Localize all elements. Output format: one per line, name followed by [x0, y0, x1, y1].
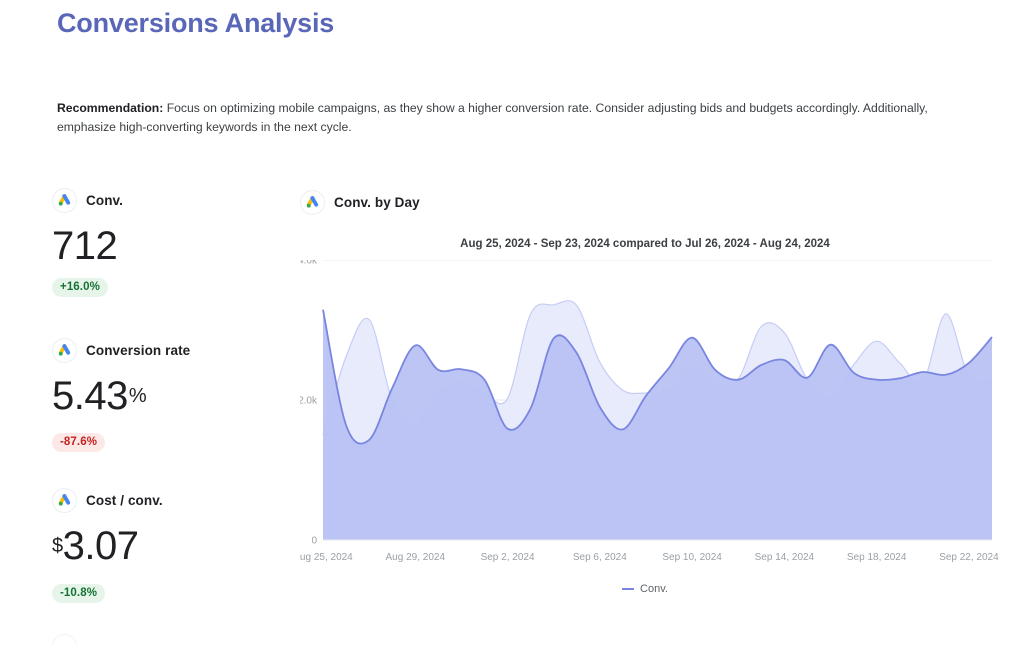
metric-label: Cost / conv. — [86, 492, 163, 508]
google-ads-icon — [52, 187, 77, 213]
metric-delta-badge: -87.6% — [52, 433, 106, 452]
metric-prefix: $ — [52, 535, 63, 557]
metric-suffix: % — [128, 385, 147, 407]
metric-value: $3.07 — [52, 523, 282, 575]
x-axis-tick-label: Sep 6, 2024 — [573, 552, 627, 563]
google-ads-icon — [52, 487, 77, 513]
metric-label: Conv. — [86, 192, 123, 208]
conversions-analysis-page: Conversions Analysis Recommendation: Foc… — [0, 0, 1024, 645]
legend-line-swatch — [622, 588, 635, 590]
recommendation-body: Focus on optimizing mobile campaigns, as… — [57, 101, 928, 134]
metric-delta-badge: +16.0% — [52, 278, 108, 297]
metric-delta-badge: -10.8% — [52, 584, 106, 603]
y-axis-tick-label: 0 — [311, 536, 317, 547]
x-axis-tick-label: Sep 18, 2024 — [847, 552, 907, 563]
metric-number: 712 — [52, 224, 118, 268]
page-title: Conversions Analysis — [57, 8, 335, 38]
metric-card-conversion-rate: Conversion rate 5.43% -87.6% — [52, 336, 282, 486]
x-axis-tick-label: Sep 22, 2024 — [939, 552, 999, 563]
x-axis-tick-label: Aug 29, 2024 — [386, 552, 446, 563]
chart-title: Conv. by Day — [334, 194, 420, 210]
y-axis-tick-label: 4.0k — [300, 260, 318, 267]
series-area-0 — [323, 309, 992, 540]
recommendation-label: Recommendation: — [57, 101, 164, 115]
google-ads-icon — [52, 337, 77, 363]
metric-label: Conversion rate — [86, 342, 191, 358]
chart-legend: Conv. — [300, 583, 990, 595]
chart-plot-area: 0 2.0k 4.0k Aug 25, 2024 Aug 29, 2024 Sep 2, … — [300, 260, 1000, 590]
chart-date-range-subtitle: Aug 25, 2024 - Sep 23, 2024 compared to … — [460, 238, 830, 250]
x-axis-tick-label: Aug 25, 2024 — [300, 552, 353, 563]
metric-value: 5.43% — [52, 373, 282, 424]
recommendation-text: Recommendation: Focus on optimizing mobi… — [57, 99, 950, 137]
metric-header: Conv. — [52, 186, 282, 214]
metric-card-cost-per-conv: Cost / conv. $3.07 -10.8% — [52, 486, 282, 636]
google-ads-icon — [300, 189, 325, 215]
y-axis-tick-label: 2.0k — [300, 396, 318, 407]
legend-label: Conv. — [640, 583, 668, 595]
metric-number: 3.07 — [62, 524, 139, 568]
metric-header: Cost / conv. — [52, 486, 282, 514]
metric-card-conv: Conv. 712 +16.0% — [52, 186, 282, 336]
chart-panel: Conv. by Day Aug 25, 2024 - Sep 23, 2024… — [300, 188, 1000, 595]
x-axis-tick-label: Sep 14, 2024 — [755, 552, 815, 563]
metric-value: 712 — [52, 223, 282, 269]
metric-number: 5.43 — [52, 374, 128, 418]
metrics-column: Conv. 712 +16.0% Conversion rate 5.43% -… — [52, 186, 282, 636]
conv-by-day-area-chart[interactable]: 0 2.0k 4.0k Aug 25, 2024 Aug 29, 2024 Sep 2, … — [300, 260, 1000, 570]
chart-header: Conv. by Day — [300, 188, 1000, 216]
metric-header: Conversion rate — [52, 336, 282, 364]
x-axis-tick-label: Sep 10, 2024 — [662, 552, 722, 563]
x-axis-tick-label: Sep 2, 2024 — [481, 552, 535, 563]
